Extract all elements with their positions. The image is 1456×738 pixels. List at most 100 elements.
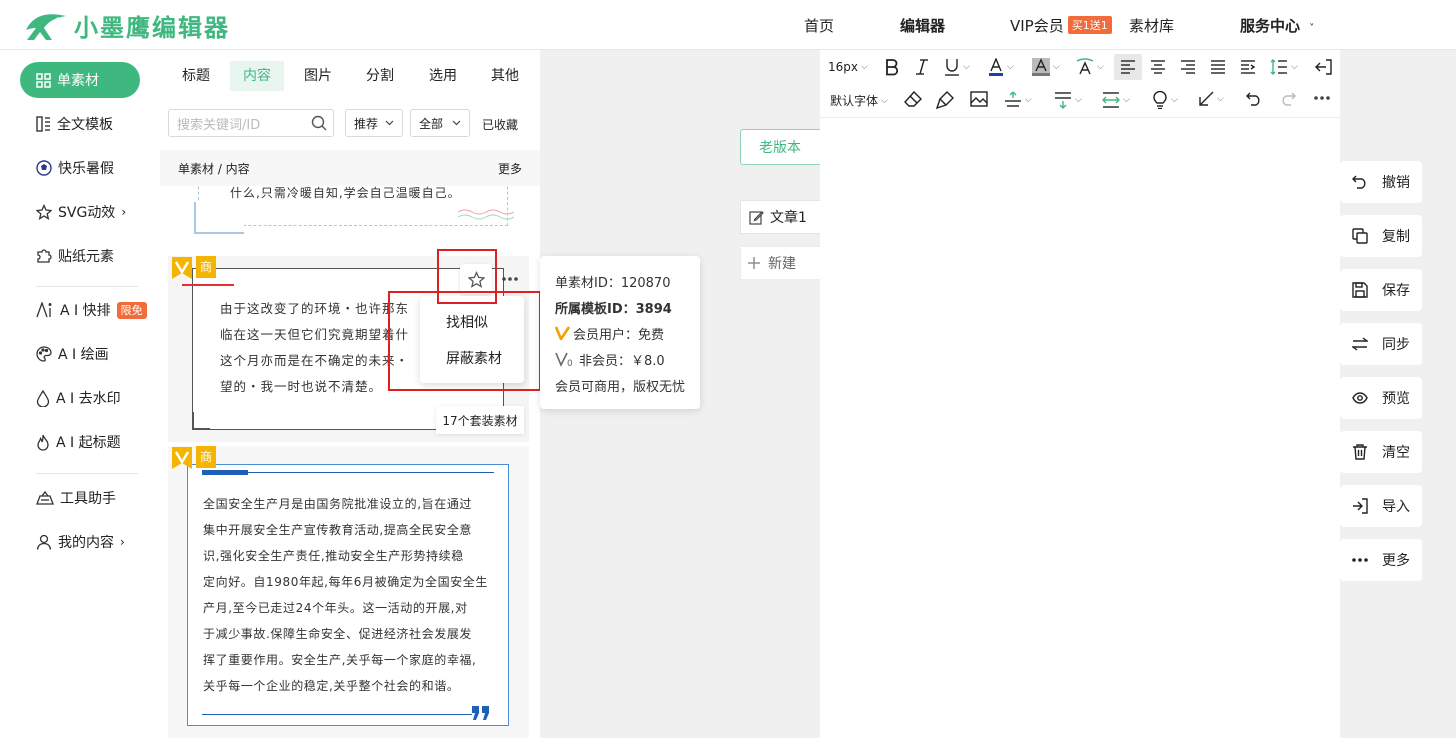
editor-toolbar: 16px ⌵ ⌵ ⌵ ⌵ ⌵ ⌵ 默认字体 ⌵ ⌵ ⌵ ⌵ ⌵ ⌵ [820, 50, 1340, 118]
favorites-link[interactable]: 已收藏 [482, 116, 518, 133]
bold-icon [886, 59, 899, 76]
more-action-button[interactable]: 更多 [1340, 539, 1422, 581]
editor-canvas[interactable]: 16px ⌵ ⌵ ⌵ ⌵ ⌵ ⌵ 默认字体 ⌵ ⌵ ⌵ ⌵ ⌵ ⌵ [820, 50, 1340, 738]
save-action-button[interactable]: 保存 [1340, 269, 1422, 311]
font-family-value: 默认字体 [830, 94, 879, 108]
free-limited-badge: 限免 [116, 301, 147, 319]
star-outline-icon [36, 204, 52, 220]
wave-decoration-icon [458, 209, 514, 220]
sidebar-item-summer[interactable]: 快乐暑假 [20, 150, 140, 186]
indent-icon [1241, 60, 1256, 74]
action-label: 撤销 [1382, 175, 1410, 191]
format-painter-button[interactable] [936, 91, 954, 109]
sidebar-item-label: A I 快排 [60, 303, 111, 319]
tab-selected[interactable]: 选用 [421, 61, 465, 91]
font-family-select[interactable]: 默认字体 ⌵ [830, 92, 888, 109]
card-rule [202, 714, 472, 715]
more-link[interactable]: 更多 [498, 160, 522, 177]
nav-home[interactable]: 首页 [804, 15, 834, 36]
copy-action-button[interactable]: 复制 [1340, 215, 1422, 257]
sidebar-item-label: 全文模板 [57, 117, 113, 133]
text-effect-button[interactable]: ⌵ [1076, 58, 1104, 76]
sidebar-item-my-content[interactable]: 我的内容 › [20, 524, 140, 560]
arrow-button[interactable]: ⌵ [1198, 91, 1224, 107]
idea-button[interactable]: ⌵ [1152, 91, 1178, 109]
indent-button[interactable] [1240, 60, 1256, 74]
bg-color-button[interactable]: ⌵ [1032, 58, 1060, 76]
sort-dropdown[interactable]: 推荐 [345, 109, 403, 137]
block-material-menu-item[interactable]: 屏蔽素材 [446, 348, 502, 368]
sidebar-item-ai-watermark[interactable]: A I 去水印 [20, 380, 140, 416]
font-color-button[interactable]: ⌵ [988, 58, 1014, 76]
filter-dropdown[interactable]: 全部 [410, 109, 470, 137]
sidebar-item-ai-layout[interactable]: A I 快排 限免 [20, 292, 147, 328]
doc-tab[interactable]: 文章1 [740, 200, 824, 234]
clear-action-button[interactable]: 清空 [1340, 431, 1422, 473]
search-input[interactable]: 搜索关键词/ID [168, 109, 334, 137]
eye-icon [1352, 392, 1368, 404]
find-similar-menu-item[interactable]: 找相似 [446, 312, 488, 332]
tab-other[interactable]: 其他 [483, 61, 527, 91]
doc-tab-label: 文章1 [770, 210, 807, 226]
indent-spacing-button[interactable]: ⌵ [1102, 91, 1130, 109]
sidebar-item-label: A I 绘画 [58, 347, 109, 363]
material-card[interactable]: 什么,只需冷暖自知,学会自己温暖自己。 [168, 186, 529, 248]
nav-vip[interactable]: VIP会员 买1送1 [1010, 15, 1112, 36]
nav-service[interactable]: 服务中心 ˅ [1240, 15, 1314, 36]
sidebar-item-ai-paint[interactable]: A I 绘画 [20, 336, 140, 372]
bold-button[interactable] [884, 58, 900, 76]
exit-button[interactable] [1314, 58, 1332, 76]
preview-action-button[interactable]: 预览 [1340, 377, 1422, 419]
sidebar-item-single-material[interactable]: 单素材 [20, 62, 140, 98]
align-center-button[interactable] [1150, 60, 1166, 74]
sidebar-item-svg-effects[interactable]: SVG动效 › [20, 194, 140, 230]
tab-image[interactable]: 图片 [296, 61, 340, 91]
align-left-button[interactable] [1114, 54, 1142, 80]
nav-materials[interactable]: 素材库 [1129, 15, 1174, 36]
insert-image-button[interactable] [970, 91, 988, 107]
search-icon[interactable] [311, 115, 327, 131]
sidebar-item-ai-title[interactable]: A I 起标题 [20, 424, 140, 460]
line-height-button[interactable]: ⌵ [1270, 58, 1298, 76]
card-corner [192, 412, 210, 430]
font-size-value: 16px [828, 60, 858, 74]
nav-editor[interactable]: 编辑器 [900, 15, 945, 36]
favorite-button[interactable] [460, 264, 492, 294]
align-justify-button[interactable] [1210, 60, 1226, 74]
puzzle-icon [37, 249, 52, 263]
sidebar-item-tools[interactable]: 工具助手 [20, 480, 140, 516]
chevron-down-icon: ⌵ [1025, 95, 1032, 105]
underline-button[interactable]: ⌵ [944, 58, 970, 76]
tab-title[interactable]: 标题 [174, 61, 218, 91]
edit-icon [749, 210, 764, 225]
set-count-badge[interactable]: 17个套装素材 [436, 406, 524, 434]
more-options-button[interactable] [498, 264, 522, 294]
sidebar-item-full-template[interactable]: 全文模板 [20, 106, 140, 142]
redo-button[interactable] [1280, 92, 1296, 106]
new-doc-button[interactable]: 新建 [740, 246, 824, 280]
italic-button[interactable] [914, 58, 930, 76]
tab-content[interactable]: 内容 [230, 61, 284, 91]
letter-spacing-button[interactable]: ⌵ [1004, 91, 1032, 109]
align-right-button[interactable] [1180, 60, 1196, 74]
flame-icon [37, 434, 49, 451]
material-card[interactable]: 全国安全生产月是由国务院批准设立的,旨在通过 集中开展安全生产宣传教育活动,提高… [168, 446, 529, 738]
undo-action-button[interactable]: 撤销 [1340, 161, 1422, 203]
more-tools-button[interactable] [1314, 96, 1330, 100]
chevron-down-icon: ⌵ [1291, 62, 1298, 72]
undo-icon [1246, 92, 1260, 106]
tab-divider[interactable]: 分割 [358, 61, 402, 91]
divider [36, 286, 138, 287]
clear-format-button[interactable] [904, 91, 922, 107]
user-icon [36, 534, 52, 550]
chevron-down-icon [385, 120, 394, 126]
sync-action-button[interactable]: 同步 [1340, 323, 1422, 365]
font-size-select[interactable]: 16px ⌵ [828, 60, 868, 74]
undo-button[interactable] [1246, 92, 1262, 106]
old-version-button[interactable]: 老版本 [740, 129, 824, 165]
paragraph-spacing-button[interactable]: ⌵ [1054, 91, 1082, 109]
import-action-button[interactable]: 导入 [1340, 485, 1422, 527]
sidebar-item-stickers[interactable]: 贴纸元素 [20, 238, 140, 274]
card-line: 挥了重要作用。安全生产,关乎每一个家庭的幸福, [203, 653, 477, 667]
logo[interactable]: 小墨鹰编辑器 [24, 8, 230, 43]
